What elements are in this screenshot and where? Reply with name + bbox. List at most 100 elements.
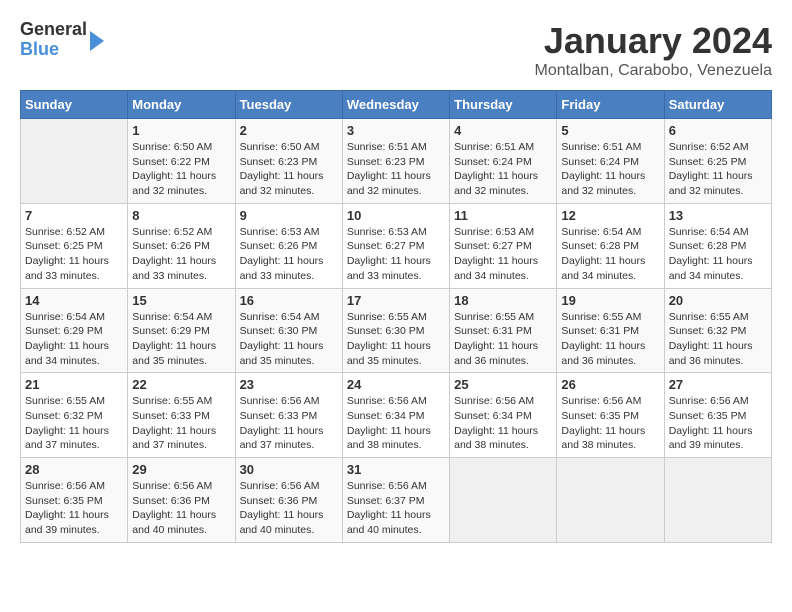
calendar-cell: 31Sunrise: 6:56 AMSunset: 6:37 PMDayligh… bbox=[342, 458, 449, 543]
day-number: 30 bbox=[240, 462, 338, 477]
day-info: Sunrise: 6:51 AMSunset: 6:24 PMDaylight:… bbox=[561, 140, 659, 199]
header-wednesday: Wednesday bbox=[342, 91, 449, 119]
day-info: Sunrise: 6:55 AMSunset: 6:31 PMDaylight:… bbox=[561, 310, 659, 369]
day-number: 17 bbox=[347, 293, 445, 308]
calendar-cell: 23Sunrise: 6:56 AMSunset: 6:33 PMDayligh… bbox=[235, 373, 342, 458]
day-info: Sunrise: 6:56 AMSunset: 6:34 PMDaylight:… bbox=[454, 394, 552, 453]
day-number: 7 bbox=[25, 208, 123, 223]
day-number: 20 bbox=[669, 293, 767, 308]
calendar-cell: 25 Sunrise: 6:56 AMSunset: 6:34 PMDayligh… bbox=[450, 373, 557, 458]
day-number: 4 bbox=[454, 123, 552, 138]
calendar-cell: 29 Sunrise: 6:56 AMSunset: 6:36 PMDayligh… bbox=[128, 458, 235, 543]
day-info: Sunrise: 6:56 AMSunset: 6:34 PMDaylight:… bbox=[347, 394, 445, 453]
day-info: Sunrise: 6:53 AMSunset: 6:26 PMDaylight:… bbox=[240, 225, 338, 284]
day-number: 23 bbox=[240, 377, 338, 392]
calendar-cell: 8Sunrise: 6:52 AMSunset: 6:26 PMDaylight… bbox=[128, 203, 235, 288]
header-thursday: Thursday bbox=[450, 91, 557, 119]
calendar-cell: 12Sunrise: 6:54 AMSunset: 6:28 PMDayligh… bbox=[557, 203, 664, 288]
week-row-1: 1Sunrise: 6:50 AMSunset: 6:22 PMDaylight… bbox=[21, 119, 772, 204]
calendar-cell: 15Sunrise: 6:54 AMSunset: 6:29 PMDayligh… bbox=[128, 288, 235, 373]
calendar-cell: 20 Sunrise: 6:55 AMSunset: 6:32 PMDayligh… bbox=[664, 288, 771, 373]
day-info: Sunrise: 6:52 AMSunset: 6:25 PMDaylight:… bbox=[669, 140, 767, 199]
day-number: 25 bbox=[454, 377, 552, 392]
day-number: 16 bbox=[240, 293, 338, 308]
day-info: Sunrise: 6:51 AMSunset: 6:24 PMDaylight:… bbox=[454, 140, 552, 199]
calendar-cell: 10 Sunrise: 6:53 AMSunset: 6:27 PMDayligh… bbox=[342, 203, 449, 288]
calendar-cell: 22 Sunrise: 6:55 AMSunset: 6:33 PMDayligh… bbox=[128, 373, 235, 458]
calendar-cell: 19 Sunrise: 6:55 AMSunset: 6:31 PMDayligh… bbox=[557, 288, 664, 373]
calendar-cell: 14 Sunrise: 6:54 AMSunset: 6:29 PMDayligh… bbox=[21, 288, 128, 373]
header-monday: Monday bbox=[128, 91, 235, 119]
month-year-title: January 2024 bbox=[534, 20, 772, 62]
week-row-5: 28 Sunrise: 6:56 AMSunset: 6:35 PMDayligh… bbox=[21, 458, 772, 543]
calendar-cell: 18Sunrise: 6:55 AMSunset: 6:31 PMDayligh… bbox=[450, 288, 557, 373]
calendar-cell: 30 Sunrise: 6:56 AMSunset: 6:36 PMDayligh… bbox=[235, 458, 342, 543]
day-number: 14 bbox=[25, 293, 123, 308]
day-info: Sunrise: 6:54 AMSunset: 6:29 PMDaylight:… bbox=[25, 310, 123, 369]
calendar-cell: 2 Sunrise: 6:50 AMSunset: 6:23 PMDaylight… bbox=[235, 119, 342, 204]
calendar-cell: 5Sunrise: 6:51 AMSunset: 6:24 PMDaylight… bbox=[557, 119, 664, 204]
calendar-cell: 4 Sunrise: 6:51 AMSunset: 6:24 PMDaylight… bbox=[450, 119, 557, 204]
day-number: 6 bbox=[669, 123, 767, 138]
calendar-cell: 28 Sunrise: 6:56 AMSunset: 6:35 PMDayligh… bbox=[21, 458, 128, 543]
day-number: 13 bbox=[669, 208, 767, 223]
calendar-cell: 27Sunrise: 6:56 AMSunset: 6:35 PMDayligh… bbox=[664, 373, 771, 458]
day-number: 27 bbox=[669, 377, 767, 392]
day-info: Sunrise: 6:52 AMSunset: 6:25 PMDaylight:… bbox=[25, 225, 123, 284]
page-header: General Blue January 2024 Montalban, Car… bbox=[20, 20, 772, 80]
header-saturday: Saturday bbox=[664, 91, 771, 119]
day-number: 24 bbox=[347, 377, 445, 392]
day-info: Sunrise: 6:54 AMSunset: 6:29 PMDaylight:… bbox=[132, 310, 230, 369]
week-row-4: 21 Sunrise: 6:55 AMSunset: 6:32 PMDayligh… bbox=[21, 373, 772, 458]
calendar-cell: 9 Sunrise: 6:53 AMSunset: 6:26 PMDaylight… bbox=[235, 203, 342, 288]
day-info: Sunrise: 6:56 AMSunset: 6:36 PMDaylight:… bbox=[240, 479, 338, 538]
logo-text: General Blue bbox=[20, 20, 87, 60]
location-subtitle: Montalban, Carabobo, Venezuela bbox=[534, 62, 772, 80]
logo-arrow-icon bbox=[90, 31, 104, 51]
calendar-header: SundayMondayTuesdayWednesdayThursdayFrid… bbox=[21, 91, 772, 119]
day-number: 8 bbox=[132, 208, 230, 223]
calendar-cell: 6 Sunrise: 6:52 AMSunset: 6:25 PMDaylight… bbox=[664, 119, 771, 204]
calendar-cell bbox=[450, 458, 557, 543]
calendar-cell: 26Sunrise: 6:56 AMSunset: 6:35 PMDayligh… bbox=[557, 373, 664, 458]
day-info: Sunrise: 6:56 AMSunset: 6:36 PMDaylight:… bbox=[132, 479, 230, 538]
day-number: 11 bbox=[454, 208, 552, 223]
day-number: 9 bbox=[240, 208, 338, 223]
calendar-cell: 17 Sunrise: 6:55 AMSunset: 6:30 PMDayligh… bbox=[342, 288, 449, 373]
logo-blue: Blue bbox=[20, 40, 87, 60]
day-number: 1 bbox=[132, 123, 230, 138]
calendar-body: 1Sunrise: 6:50 AMSunset: 6:22 PMDaylight… bbox=[21, 119, 772, 543]
day-number: 21 bbox=[25, 377, 123, 392]
logo-general: General bbox=[20, 20, 87, 40]
day-number: 28 bbox=[25, 462, 123, 477]
calendar-cell: 24 Sunrise: 6:56 AMSunset: 6:34 PMDayligh… bbox=[342, 373, 449, 458]
header-sunday: Sunday bbox=[21, 91, 128, 119]
calendar-cell bbox=[557, 458, 664, 543]
logo: General Blue bbox=[20, 20, 104, 60]
day-info: Sunrise: 6:55 AMSunset: 6:33 PMDaylight:… bbox=[132, 394, 230, 453]
calendar-cell: 7 Sunrise: 6:52 AMSunset: 6:25 PMDaylight… bbox=[21, 203, 128, 288]
day-number: 10 bbox=[347, 208, 445, 223]
day-number: 12 bbox=[561, 208, 659, 223]
day-number: 19 bbox=[561, 293, 659, 308]
day-info: Sunrise: 6:53 AMSunset: 6:27 PMDaylight:… bbox=[454, 225, 552, 284]
day-info: Sunrise: 6:51 AMSunset: 6:23 PMDaylight:… bbox=[347, 140, 445, 199]
day-info: Sunrise: 6:55 AMSunset: 6:32 PMDaylight:… bbox=[669, 310, 767, 369]
day-info: Sunrise: 6:50 AMSunset: 6:23 PMDaylight:… bbox=[240, 140, 338, 199]
day-info: Sunrise: 6:55 AMSunset: 6:32 PMDaylight:… bbox=[25, 394, 123, 453]
calendar-cell: 1Sunrise: 6:50 AMSunset: 6:22 PMDaylight… bbox=[128, 119, 235, 204]
header-tuesday: Tuesday bbox=[235, 91, 342, 119]
calendar-cell: 21 Sunrise: 6:55 AMSunset: 6:32 PMDayligh… bbox=[21, 373, 128, 458]
day-number: 31 bbox=[347, 462, 445, 477]
day-info: Sunrise: 6:53 AMSunset: 6:27 PMDaylight:… bbox=[347, 225, 445, 284]
day-info: Sunrise: 6:55 AMSunset: 6:30 PMDaylight:… bbox=[347, 310, 445, 369]
day-number: 22 bbox=[132, 377, 230, 392]
day-number: 2 bbox=[240, 123, 338, 138]
day-info: Sunrise: 6:56 AMSunset: 6:35 PMDaylight:… bbox=[25, 479, 123, 538]
header-friday: Friday bbox=[557, 91, 664, 119]
calendar-cell: 16 Sunrise: 6:54 AMSunset: 6:30 PMDayligh… bbox=[235, 288, 342, 373]
header-row: SundayMondayTuesdayWednesdayThursdayFrid… bbox=[21, 91, 772, 119]
day-info: Sunrise: 6:54 AMSunset: 6:30 PMDaylight:… bbox=[240, 310, 338, 369]
day-number: 3 bbox=[347, 123, 445, 138]
day-number: 29 bbox=[132, 462, 230, 477]
